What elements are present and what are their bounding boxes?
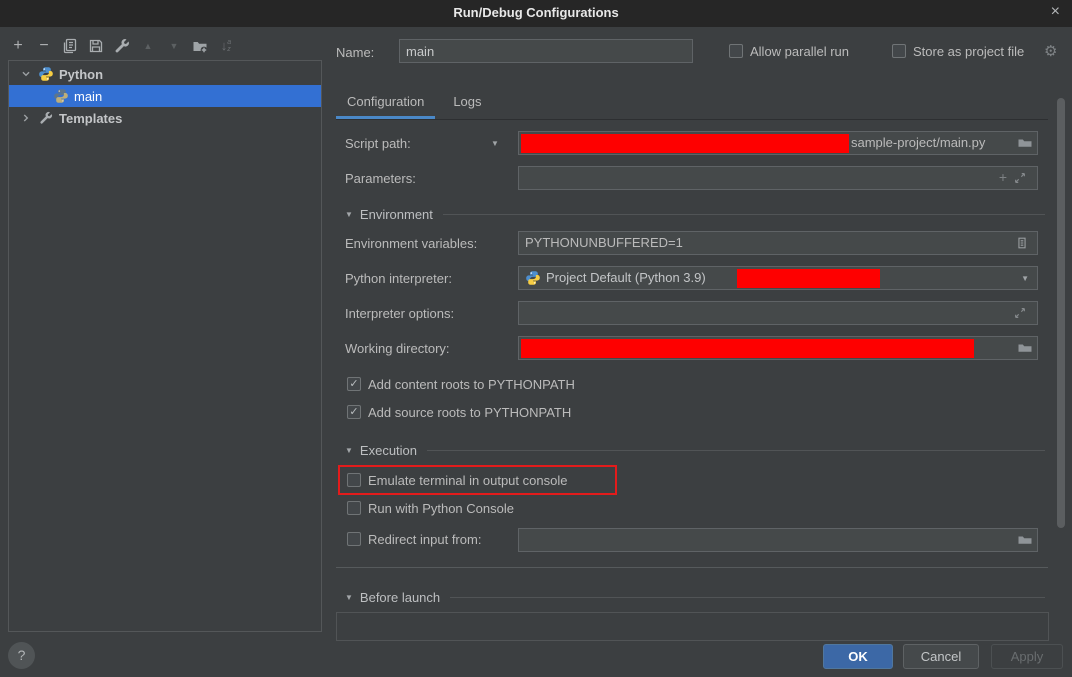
redacted-block: [737, 269, 880, 288]
emulate-terminal-label: Emulate terminal in output console: [368, 473, 567, 488]
section-arrow-icon[interactable]: ▼: [345, 593, 353, 602]
allow-parallel-run-label: Allow parallel run: [750, 44, 849, 59]
tree-item-python[interactable]: Python: [9, 63, 321, 85]
configurations-tree: Python main Templates: [8, 60, 322, 632]
section-label: Environment: [360, 207, 433, 222]
tree-item-label: Python: [59, 67, 103, 82]
new-folder-button[interactable]: [192, 38, 208, 54]
store-as-project-file-checkbox[interactable]: [892, 44, 906, 58]
tree-item-label: main: [74, 89, 102, 104]
cancel-button[interactable]: Cancel: [903, 644, 979, 669]
before-launch-list[interactable]: [336, 612, 1049, 641]
add-content-roots-checkbox[interactable]: ✓: [347, 377, 361, 391]
python-interpreter-label: Python interpreter:: [345, 271, 452, 286]
folder-icon[interactable]: [1017, 340, 1033, 356]
add-source-roots-checkbox[interactable]: ✓: [347, 405, 361, 419]
save-configuration-button[interactable]: [88, 38, 104, 54]
remove-configuration-button[interactable]: −: [36, 38, 52, 54]
expand-icon[interactable]: [1013, 306, 1029, 322]
script-path-label: Script path:: [345, 136, 411, 151]
section-divider: [427, 450, 1045, 451]
edit-templates-button[interactable]: [114, 38, 130, 54]
working-directory-field[interactable]: [518, 336, 1038, 360]
section-arrow-icon[interactable]: ▼: [345, 446, 353, 455]
tree-item-templates[interactable]: Templates: [9, 107, 321, 129]
add-source-roots-label: Add source roots to PYTHONPATH: [368, 405, 571, 420]
copy-icon: [62, 38, 78, 54]
combo-arrow-icon[interactable]: ▼: [1021, 274, 1029, 283]
copy-configuration-button[interactable]: [62, 38, 78, 54]
section-execution: ▼ Execution: [345, 442, 1045, 458]
name-input[interactable]: [399, 39, 693, 63]
python-interpreter-select[interactable]: Project Default (Python 3.9) ▼: [518, 266, 1038, 290]
python-interpreter-value: Project Default (Python 3.9): [546, 267, 706, 289]
tab-bar: Configuration Logs: [336, 88, 1048, 120]
section-before-launch: ▼ Before launch: [345, 589, 1045, 605]
expand-icon[interactable]: [1013, 171, 1029, 187]
sort-icon: ↓ a z: [221, 39, 231, 53]
environment-variables-value: PYTHONUNBUFFERED=1: [525, 232, 683, 254]
close-icon[interactable]: ×: [1051, 3, 1060, 21]
environment-variables-label: Environment variables:: [345, 236, 477, 251]
interpreter-options-field[interactable]: [518, 301, 1038, 325]
redacted-block: [521, 134, 849, 153]
redacted-block: [521, 339, 974, 358]
save-icon: [88, 38, 104, 54]
working-directory-label: Working directory:: [345, 341, 450, 356]
scroll-area-divider: [336, 567, 1048, 568]
ok-button[interactable]: OK: [823, 644, 893, 669]
folder-icon[interactable]: [1017, 135, 1033, 151]
folder-icon[interactable]: [1017, 532, 1033, 548]
apply-button[interactable]: Apply: [991, 644, 1063, 669]
redirect-input-label: Redirect input from:: [368, 532, 481, 547]
new-folder-icon: [192, 38, 208, 54]
section-divider: [450, 597, 1045, 598]
gear-icon[interactable]: ⚙: [1044, 42, 1057, 60]
parameters-field[interactable]: +: [518, 166, 1038, 190]
tree-item-main[interactable]: main: [9, 85, 321, 107]
python-icon: [38, 66, 54, 82]
chevron-down-icon[interactable]: [19, 67, 33, 81]
titlebar: Run/Debug Configurations ×: [0, 0, 1072, 27]
tab-configuration[interactable]: Configuration: [336, 88, 435, 119]
vertical-scrollbar[interactable]: [1057, 98, 1065, 528]
script-path-field[interactable]: sample-project/main.py: [518, 131, 1038, 155]
store-as-project-file-label: Store as project file: [913, 44, 1024, 59]
configurations-toolbar: + − ▲ ▼: [10, 37, 234, 55]
python-icon: [525, 270, 541, 286]
section-label: Before launch: [360, 590, 440, 605]
section-divider: [443, 214, 1045, 215]
window-title: Run/Debug Configurations: [0, 5, 1072, 20]
name-label: Name:: [336, 45, 374, 60]
insert-macro-icon[interactable]: +: [999, 169, 1007, 185]
wrench-icon: [38, 110, 54, 126]
browse-variables-icon[interactable]: [1015, 236, 1031, 252]
section-environment: ▼ Environment: [345, 206, 1045, 222]
redirect-input-field[interactable]: [518, 528, 1038, 552]
run-python-console-label: Run with Python Console: [368, 501, 514, 516]
add-configuration-button[interactable]: +: [10, 38, 26, 54]
python-icon: [53, 88, 69, 104]
add-content-roots-label: Add content roots to PYTHONPATH: [368, 377, 575, 392]
parameters-label: Parameters:: [345, 171, 416, 186]
allow-parallel-run-checkbox[interactable]: [729, 44, 743, 58]
script-path-dropdown-icon[interactable]: ▼: [491, 139, 499, 148]
interpreter-options-label: Interpreter options:: [345, 306, 454, 321]
section-label: Execution: [360, 443, 417, 458]
script-path-value: sample-project/main.py: [851, 132, 985, 154]
sort-configurations-button[interactable]: ↓ a z: [218, 38, 234, 54]
move-down-button[interactable]: ▼: [166, 38, 182, 54]
help-button[interactable]: ?: [8, 642, 35, 669]
wrench-icon: [114, 38, 130, 54]
environment-variables-field[interactable]: PYTHONUNBUFFERED=1: [518, 231, 1038, 255]
tab-logs[interactable]: Logs: [442, 88, 492, 116]
move-up-button[interactable]: ▲: [140, 38, 156, 54]
run-debug-configurations-dialog: Run/Debug Configurations × + − ▲ ▼: [0, 0, 1072, 677]
run-python-console-checkbox[interactable]: [347, 501, 361, 515]
emulate-terminal-checkbox[interactable]: [347, 473, 361, 487]
section-arrow-icon[interactable]: ▼: [345, 210, 353, 219]
redirect-input-checkbox[interactable]: [347, 532, 361, 546]
chevron-right-icon[interactable]: [19, 111, 33, 125]
tree-item-label: Templates: [59, 111, 122, 126]
